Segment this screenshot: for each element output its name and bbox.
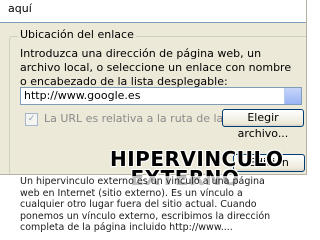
link-location-description: Introduzca una dirección de página web, … [20,47,292,88]
link-location-group-title: Ubicación del enlace [18,28,136,41]
slide-body-text: Un hipervinculo externo es un vinculo a … [20,176,282,234]
url-input[interactable]: http://www.google.es [20,87,302,105]
link-text-field[interactable]: aquí [0,0,306,23]
choose-file-button[interactable]: Elegir archivo... [222,109,304,140]
url-value: http://www.google.es [24,89,141,102]
relative-path-checkbox[interactable]: ✓ [25,113,38,126]
link-text-value: aquí [8,2,32,15]
dropdown-arrow-icon[interactable] [284,88,301,104]
